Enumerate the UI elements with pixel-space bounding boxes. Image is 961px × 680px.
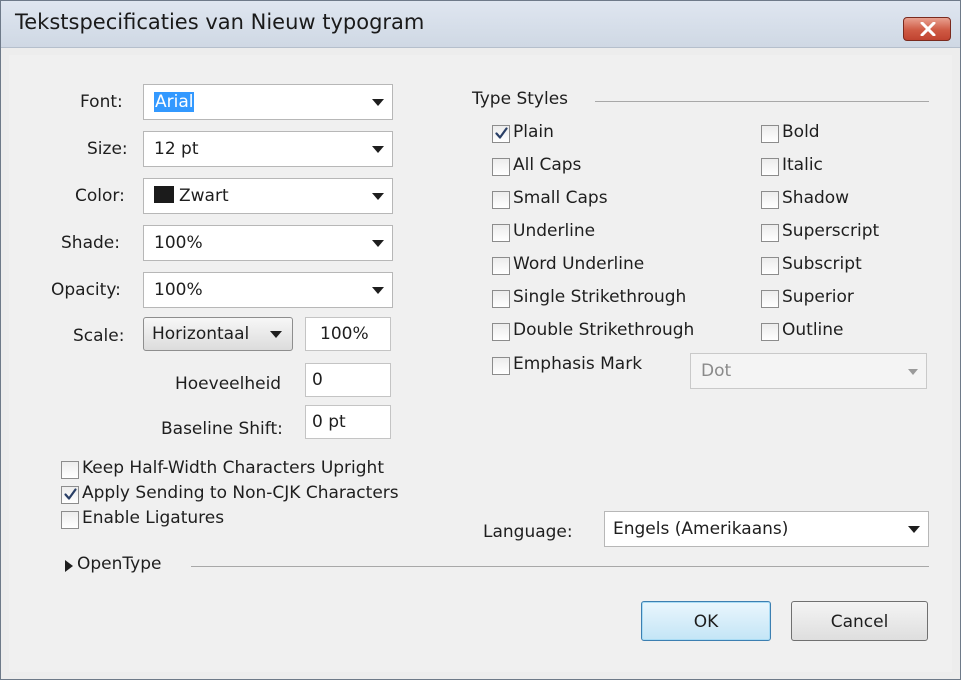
type-style-checkbox[interactable] (492, 191, 510, 209)
baseline-shift-label: Baseline Shift: (161, 419, 283, 439)
type-style-label: Superior (782, 287, 854, 307)
type-style-checkbox[interactable] (761, 191, 779, 209)
hoeveelheid-label: Hoeveelheid (175, 374, 282, 394)
type-style-label: Underline (513, 221, 596, 241)
option-label: Apply Sending to Non-CJK Characters (82, 483, 399, 503)
type-style-label: Plain (513, 122, 554, 142)
dialog-body: Font: Arial Size: 12 pt Color: Zwart Sha… (9, 55, 952, 672)
checkmark-icon (64, 488, 77, 500)
type-style-label: Emphasis Mark (513, 354, 643, 374)
emphasis-mark-value: Dot (701, 361, 732, 381)
type-style-label: All Caps (513, 155, 582, 175)
type-style-checkbox[interactable] (492, 290, 510, 308)
scale-mode-value: Horizontaal (152, 324, 250, 344)
title-bar[interactable]: Tekstspecificaties van Nieuw typogram (1, 1, 960, 48)
type-styles-divider (595, 101, 929, 102)
type-style-checkbox[interactable] (492, 257, 510, 275)
color-select[interactable]: Zwart (143, 178, 393, 214)
chevron-down-icon (372, 240, 384, 247)
hoeveelheid-field[interactable]: 0 (305, 363, 391, 397)
chevron-down-icon (372, 193, 384, 200)
size-value: 12 pt (154, 139, 199, 159)
close-x-icon (920, 22, 936, 36)
emphasis-mark-select: Dot (690, 353, 927, 389)
type-style-label: Double Strikethrough (513, 320, 695, 340)
cancel-button[interactable]: Cancel (791, 601, 928, 641)
option-checkbox[interactable] (61, 461, 79, 479)
opacity-label: Opacity: (51, 280, 121, 300)
baseline-shift-field[interactable]: 0 pt (305, 405, 391, 439)
type-style-checkbox[interactable] (761, 257, 779, 275)
type-style-checkbox[interactable] (492, 357, 510, 375)
type-style-label: Word Underline (513, 254, 645, 274)
type-style-label: Shadow (782, 188, 850, 208)
option-label: Keep Half-Width Characters Upright (82, 458, 384, 478)
shade-label: Shade: (61, 233, 120, 253)
type-style-label: Single Strikethrough (513, 287, 687, 307)
color-label: Color: (75, 186, 125, 206)
type-style-checkbox[interactable] (492, 158, 510, 176)
scale-percent-value: 100% (320, 324, 369, 344)
opentype-label: OpenType (77, 554, 162, 574)
chevron-down-icon (908, 369, 918, 375)
type-style-checkbox[interactable] (761, 224, 779, 242)
option-checkbox[interactable] (61, 511, 79, 529)
baseline-shift-value: 0 pt (312, 412, 346, 432)
close-button[interactable] (903, 17, 951, 41)
type-style-label: Subscript (782, 254, 862, 274)
type-style-checkbox[interactable] (492, 323, 510, 341)
chevron-down-icon (270, 331, 282, 338)
opacity-value: 100% (154, 280, 203, 300)
type-styles-heading: Type Styles (472, 89, 569, 109)
language-label: Language: (483, 522, 573, 542)
option-label: Enable Ligatures (82, 508, 225, 528)
language-value: Engels (Amerikaans) (613, 519, 789, 539)
type-style-label: Superscript (782, 221, 880, 241)
type-style-checkbox[interactable] (761, 323, 779, 341)
opacity-select[interactable]: 100% (143, 272, 393, 308)
scale-label: Scale: (73, 326, 125, 346)
type-style-checkbox[interactable] (492, 125, 510, 143)
chevron-down-icon (372, 287, 384, 294)
font-select[interactable]: Arial (143, 84, 393, 120)
checkmark-icon (495, 127, 508, 139)
type-style-checkbox[interactable] (761, 125, 779, 143)
shade-value: 100% (154, 233, 203, 253)
type-style-checkbox[interactable] (761, 290, 779, 308)
size-select[interactable]: 12 pt (143, 131, 393, 167)
scale-mode-select[interactable]: Horizontaal (143, 317, 293, 351)
type-style-checkbox[interactable] (492, 224, 510, 242)
window-title: Tekstspecificaties van Nieuw typogram (15, 10, 425, 34)
dialog-window: Tekstspecificaties van Nieuw typogram Fo… (0, 0, 961, 680)
opentype-expander[interactable]: OpenType (65, 554, 185, 578)
ok-button[interactable]: OK (641, 601, 771, 641)
size-label: Size: (87, 139, 128, 159)
hoeveelheid-value: 0 (312, 370, 323, 390)
type-style-label: Small Caps (513, 188, 608, 208)
color-value: Zwart (179, 186, 229, 206)
scale-percent-field[interactable]: 100% (305, 317, 391, 351)
type-style-label: Outline (782, 320, 844, 340)
option-checkbox[interactable] (61, 486, 79, 504)
color-swatch (154, 186, 174, 203)
font-label: Font: (80, 92, 123, 112)
shade-select[interactable]: 100% (143, 225, 393, 261)
chevron-down-icon (908, 526, 920, 533)
opentype-divider (191, 566, 929, 567)
chevron-down-icon (372, 99, 384, 106)
type-style-label: Italic (782, 155, 823, 175)
font-value: Arial (154, 92, 195, 112)
type-style-label: Bold (782, 122, 820, 142)
chevron-down-icon (372, 146, 384, 153)
type-style-checkbox[interactable] (761, 158, 779, 176)
disclosure-triangle-icon (65, 560, 73, 572)
language-select[interactable]: Engels (Amerikaans) (604, 511, 929, 547)
